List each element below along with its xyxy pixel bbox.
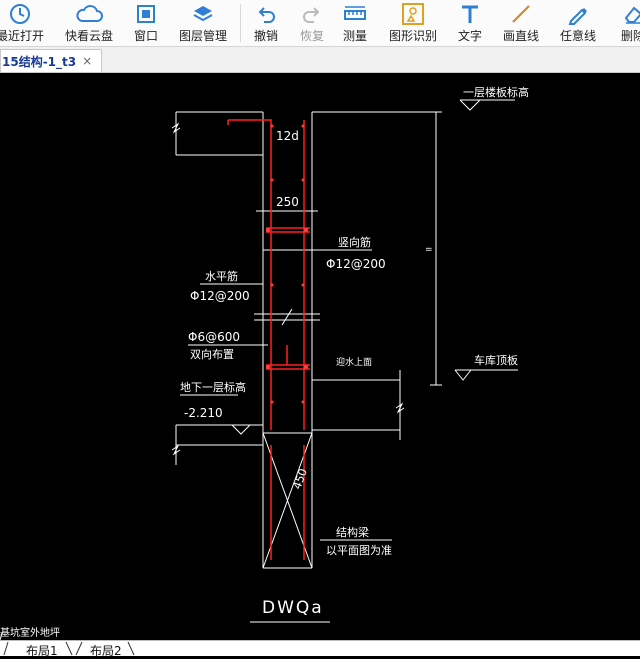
roof-label: 车库顶板 (474, 353, 518, 367)
toolbar-label: 任意线 (559, 29, 596, 43)
drawing-canvas[interactable]: 一层楼板标高 12d 250 竖向筋 Φ12@200 水平筋 Φ12@200 Φ… (0, 72, 640, 641)
toolbar-label: 测量 (342, 29, 367, 43)
dim-12d: 12d (276, 129, 299, 143)
basement-level-label: 地下一层标高 (180, 380, 246, 394)
tie-note: 双向布置 (190, 347, 234, 361)
text-button[interactable]: 文字 (452, 0, 488, 46)
toolbar-label: 删除 (620, 29, 640, 43)
recent-open-button[interactable]: 最近打开 (0, 0, 46, 46)
toolbar-label: 画直线 (502, 29, 539, 43)
window-icon (137, 5, 155, 23)
layout-tab-2[interactable]: 布局2 (90, 642, 122, 659)
toolbar-label: 快看云盘 (64, 29, 113, 43)
side-note: 基坑室外地坪 (0, 626, 60, 639)
drawing-title: DWQa (262, 598, 324, 618)
freehand-pen-icon (568, 8, 587, 25)
vertical-bar-spec: Φ12@200 (326, 257, 386, 271)
layout-tab-1[interactable]: 布局1 (26, 642, 58, 659)
shape-recognition-icon (402, 3, 424, 25)
layers-icon (193, 6, 213, 22)
toolbar-label: 撤销 (253, 29, 278, 43)
foundation-note: 以平面图为准 (326, 544, 392, 557)
shape-recognition-button[interactable]: 图形识别 (386, 0, 440, 46)
text-icon (462, 5, 478, 23)
redo-button[interactable]: 恢复 (294, 0, 330, 46)
toolbar-label: 文字 (457, 29, 482, 43)
horizontal-bar-label: 水平筋 (205, 269, 238, 283)
layout-tab-bar: 布局1 布局2 (0, 640, 640, 659)
equal-mark: = (425, 245, 433, 255)
cloud-icon (76, 5, 103, 22)
dim-450: 450 (291, 467, 310, 491)
close-icon[interactable]: × (82, 54, 92, 68)
toolbar-label: 最近打开 (0, 29, 44, 43)
toolbar-label: 图形识别 (388, 29, 437, 43)
draw-line-button[interactable]: 画直线 (500, 0, 542, 46)
redo-icon (303, 7, 320, 23)
eraser-icon (624, 6, 640, 24)
toolbar-label: 窗口 (133, 29, 158, 43)
basement-level-value: -2.210 (184, 406, 223, 420)
document-tab-title: 15结构-1_t3 (2, 54, 77, 69)
ruler-icon (344, 6, 366, 20)
top-level-label: 一层楼板标高 (463, 85, 529, 99)
horizontal-bar-spec: Φ12@200 (190, 289, 250, 303)
toolbar-label: 恢复 (299, 29, 324, 43)
main-toolbar: 最近打开 快看云盘 窗口 图层管理 撤销 恢复 测量 图形识别 文字 画直线 任… (0, 0, 640, 47)
undo-button[interactable]: 撤销 (248, 0, 284, 46)
waterproof-note: 迎水上面 (336, 356, 372, 368)
document-tab-bar: 15结构-1_t3 × (0, 47, 640, 73)
undo-icon (258, 7, 275, 23)
vertical-bar-label: 竖向筋 (338, 235, 371, 249)
foundation-beam-label: 结构梁 (336, 525, 369, 539)
cad-drawing: 一层楼板标高 12d 250 竖向筋 Φ12@200 水平筋 Φ12@200 Φ… (0, 85, 529, 641)
dim-250: 250 (276, 195, 299, 209)
window-button[interactable]: 窗口 (128, 0, 164, 46)
clock-icon (10, 4, 30, 24)
freehand-line-button[interactable]: 任意线 (557, 0, 599, 46)
cloud-drive-button[interactable]: 快看云盘 (62, 0, 116, 46)
line-icon (512, 5, 530, 23)
layer-manager-button[interactable]: 图层管理 (176, 0, 230, 46)
toolbar-label: 图层管理 (178, 29, 227, 43)
tie-spec: Φ6@600 (188, 330, 240, 344)
delete-button[interactable]: 删除 (612, 0, 640, 46)
measure-button[interactable]: 测量 (337, 0, 373, 46)
document-tab[interactable]: 15结构-1_t3 × (0, 49, 102, 72)
toolbar-divider (240, 4, 241, 42)
